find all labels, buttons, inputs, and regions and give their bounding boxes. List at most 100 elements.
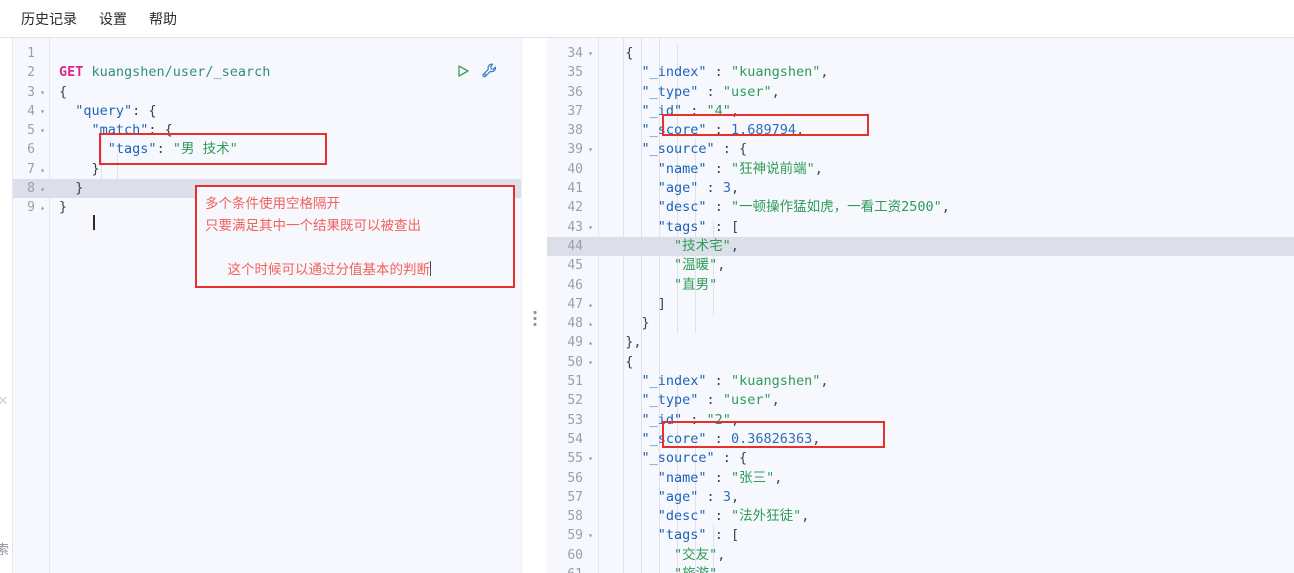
- code-text: GET kuangshen/user/_search: [59, 64, 271, 81]
- left-rail: ✕ 索: [0, 38, 12, 573]
- code-line[interactable]: 59 ▾ "tags" : [: [547, 526, 1294, 545]
- close-icon[interactable]: ✕: [0, 393, 11, 409]
- code-text: "_source" : {: [641, 141, 748, 158]
- fold-down-icon[interactable]: ▾: [37, 102, 48, 121]
- code-text: {: [609, 45, 634, 61]
- code-line[interactable]: 49 ▴ },: [547, 333, 1294, 352]
- fold-down-icon[interactable]: ▾: [585, 44, 596, 63]
- fold-down-icon[interactable]: ▾: [585, 526, 596, 545]
- code-line[interactable]: 44 "技术宅",: [547, 236, 1294, 257]
- code-line[interactable]: 46 "直男": [547, 276, 1294, 295]
- play-icon[interactable]: [455, 63, 471, 79]
- code-text: "tags" : [: [657, 218, 740, 235]
- line-number: 34: [567, 46, 583, 61]
- code-line[interactable]: 48 ▴ }: [547, 314, 1294, 333]
- annotation-note-line-1: 多个条件使用空格隔开: [205, 196, 340, 211]
- fold-down-icon[interactable]: ▾: [585, 353, 596, 372]
- code-line[interactable]: 34 ▾ {: [547, 44, 1294, 63]
- wrench-icon[interactable]: [481, 62, 499, 80]
- request-editor[interactable]: 1 2 GET kuangshen/user/_search 3 ▾{4 ▾ "query…: [12, 38, 521, 573]
- code-text: {: [609, 353, 634, 370]
- line-number: 2: [27, 65, 35, 81]
- note-text-cursor: [430, 261, 432, 276]
- code-line[interactable]: 60 "交友",: [547, 546, 1294, 565]
- code-text: }: [59, 199, 68, 216]
- fold-up-icon[interactable]: ▴: [37, 198, 48, 217]
- line-number: 41: [567, 181, 583, 197]
- code-line[interactable]: 7 ▴ }: [13, 160, 521, 179]
- request-action-icons: [455, 62, 499, 80]
- menu-item-help[interactable]: 帮助: [140, 6, 186, 32]
- code-line[interactable]: 1: [13, 44, 521, 63]
- code-text: ]: [609, 295, 666, 312]
- code-line[interactable]: 52 "_type" : "user",: [547, 391, 1294, 410]
- code-line[interactable]: 38 "_score" : 1.689794,: [547, 121, 1294, 140]
- code-text: "age" : 3,: [657, 180, 740, 197]
- code-line[interactable]: 5 ▾ "match": {: [13, 121, 521, 140]
- line-number: 37: [567, 103, 583, 119]
- code-text: "旅游",: [609, 565, 725, 573]
- code-line[interactable]: 2 GET kuangshen/user/_search: [13, 63, 521, 82]
- line-number: 38: [567, 123, 583, 139]
- line-number: 43: [567, 219, 583, 235]
- line-number: 59: [567, 528, 583, 544]
- fold-up-icon[interactable]: ▴: [585, 333, 596, 352]
- code-line[interactable]: 36 "_type" : "user",: [547, 83, 1294, 102]
- line-number: 42: [567, 200, 583, 216]
- code-line[interactable]: 53 "_id" : "2",: [547, 411, 1294, 430]
- menu-item-settings[interactable]: 设置: [90, 6, 136, 32]
- code-line[interactable]: 55 ▾ "_source" : {: [547, 449, 1294, 468]
- code-line[interactable]: 47 ▴ ]: [547, 295, 1294, 314]
- fold-up-icon[interactable]: ▴: [37, 160, 48, 179]
- code-text: "_score" : 1.689794,: [641, 122, 805, 139]
- fold-up-icon[interactable]: ▴: [585, 295, 596, 314]
- line-number: 1: [27, 46, 35, 61]
- code-text: "_type" : "user",: [641, 392, 780, 409]
- line-number: 39: [567, 142, 583, 158]
- fold-down-icon[interactable]: ▾: [37, 83, 48, 102]
- code-line[interactable]: 57 "age" : 3,: [547, 488, 1294, 507]
- fold-up-icon[interactable]: ▴: [585, 314, 596, 333]
- line-number: 36: [567, 84, 583, 100]
- line-number: 8: [27, 181, 35, 197]
- code-line[interactable]: 37 "_id" : "4",: [547, 102, 1294, 121]
- code-line[interactable]: 54 "_score" : 0.36826363,: [547, 430, 1294, 449]
- code-line[interactable]: 51 "_index" : "kuangshen",: [547, 372, 1294, 391]
- fold-down-icon[interactable]: ▾: [585, 218, 596, 237]
- code-line[interactable]: 3 ▾ {: [13, 83, 521, 102]
- line-number: 48: [567, 316, 583, 332]
- fold-down-icon[interactable]: ▾: [37, 121, 48, 140]
- menu-bar: 历史记录 设置 帮助: [0, 0, 1294, 38]
- annotation-note-box: 多个条件使用空格隔开 只要满足其中一个结果既可以被查出 这个时候可以通过分值基本…: [195, 185, 515, 288]
- code-line[interactable]: 40 "name" : "狂神说前端",: [547, 160, 1294, 179]
- code-line[interactable]: 41 "age" : 3,: [547, 179, 1294, 198]
- line-number: 47: [567, 296, 583, 312]
- code-text: "query": {: [75, 102, 157, 119]
- code-line[interactable]: 58 "desc" : "法外狂徒",: [547, 507, 1294, 526]
- code-line[interactable]: 6 "tags": "男 技术": [13, 140, 521, 159]
- drag-grip-icon[interactable]: [533, 311, 537, 326]
- response-viewer-lines: 34 ▾ {35 "_index" : "kuangshen", 36 "_type…: [547, 44, 1294, 573]
- fold-down-icon[interactable]: ▾: [585, 449, 596, 468]
- code-line[interactable]: 56 "name" : "张三",: [547, 469, 1294, 488]
- code-line[interactable]: 50 ▾ {: [547, 353, 1294, 372]
- code-line[interactable]: 43 ▾ "tags" : [: [547, 218, 1294, 237]
- code-line[interactable]: 4 ▾ "query": {: [13, 102, 521, 121]
- code-text: "_id" : "2",: [641, 411, 740, 428]
- fold-up-icon[interactable]: ▴: [37, 179, 48, 198]
- menu-item-history[interactable]: 历史记录: [12, 6, 86, 32]
- line-number: 3: [27, 84, 35, 100]
- fold-down-icon[interactable]: ▾: [585, 140, 596, 159]
- code-line[interactable]: 45 "温暖",: [547, 256, 1294, 275]
- code-text: "name" : "张三",: [657, 469, 783, 486]
- line-number: 56: [567, 470, 583, 486]
- pane-splitter[interactable]: [521, 38, 549, 573]
- code-line[interactable]: 42 "desc" : "一顿操作猛如虎，一看工资2500",: [547, 198, 1294, 217]
- line-number: 9: [27, 200, 35, 216]
- code-line[interactable]: 61 "旅游",: [547, 565, 1294, 573]
- code-line[interactable]: 35 "_index" : "kuangshen",: [547, 63, 1294, 82]
- response-viewer[interactable]: 34 ▾ {35 "_index" : "kuangshen", 36 "_type…: [547, 38, 1294, 573]
- code-line[interactable]: 39 ▾ "_source" : {: [547, 140, 1294, 159]
- line-number: 57: [567, 489, 583, 505]
- code-text: "name" : "狂神说前端",: [657, 160, 823, 177]
